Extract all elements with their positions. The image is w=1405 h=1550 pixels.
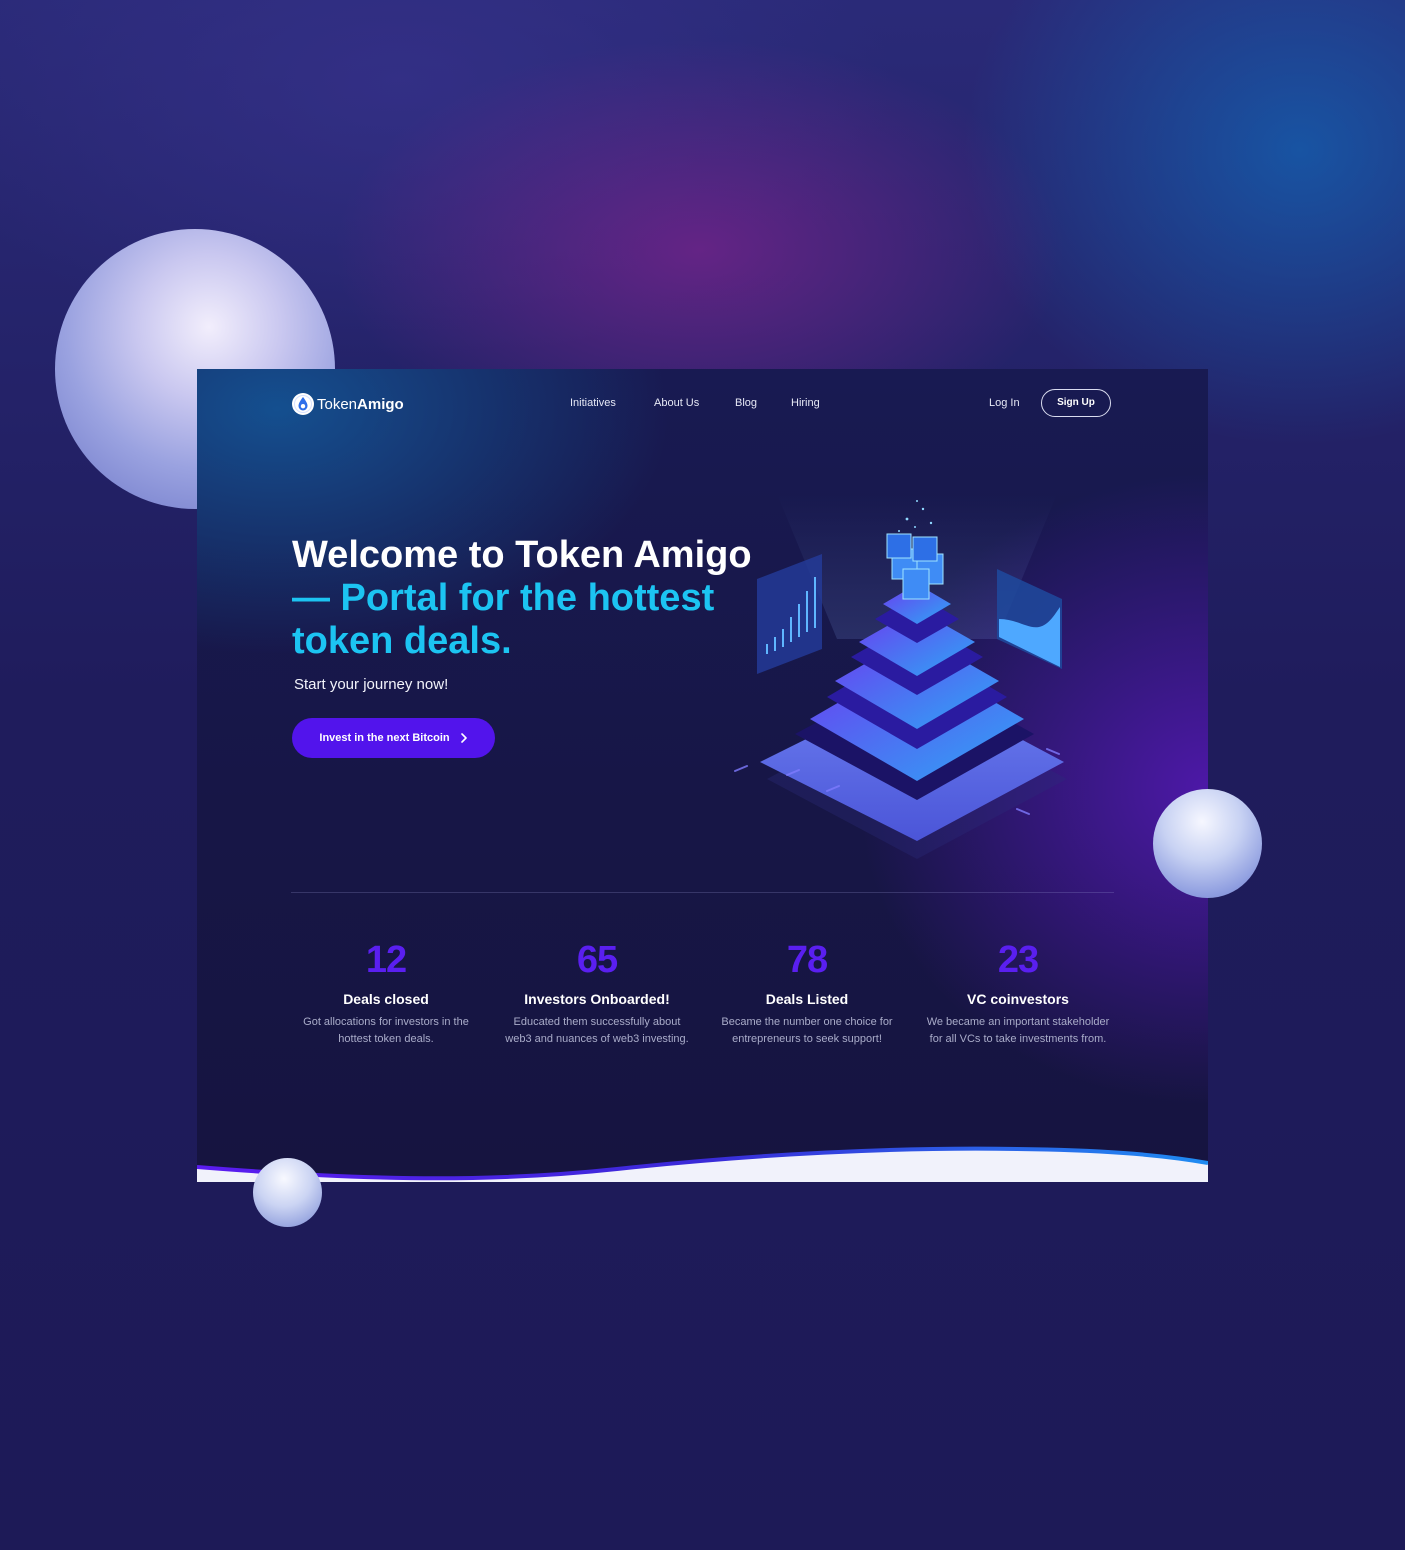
stat-description: Became the number one choice for entrepr… <box>721 1016 893 1045</box>
token-amigo-logo-icon <box>292 393 314 415</box>
stat-label: VC coinvestors <box>967 991 1069 1007</box>
brand-logo[interactable]: TokenAmigo <box>291 392 404 416</box>
stat-card-vc-coinvestors: 23 VC coinvestors We became an important… <box>918 935 1118 1048</box>
login-link[interactable]: Log In <box>989 397 1020 409</box>
stat-card-investors-onboarded: 65 Investors Onboarded! Educated them su… <box>497 935 697 1048</box>
bottom-wave-decoration <box>197 1146 1208 1182</box>
hero-subtitle: Start your journey now! <box>294 676 449 693</box>
hero-title: Welcome to Token Amigo — Portal for the … <box>292 534 752 663</box>
hero-title-main: Welcome to Token Amigo <box>292 534 752 576</box>
brand-name-light: Token <box>317 395 358 413</box>
brand-name-bold: Amigo <box>357 395 404 413</box>
blockchain-pyramid-illustration <box>734 494 1067 859</box>
chevron-right-icon <box>460 733 467 743</box>
stat-label: Deals closed <box>343 991 429 1007</box>
stat-card-deals-listed: 78 Deals Listed Became the number one ch… <box>707 935 907 1048</box>
stat-label: Deals Listed <box>765 991 849 1007</box>
stat-description: Got allocations for investors in the hot… <box>303 1016 469 1045</box>
stat-value: 23 <box>997 939 1039 981</box>
hero-title-accent: — Portal for the hottest token deals. <box>292 577 715 662</box>
stat-value: 12 <box>365 939 407 981</box>
invest-cta-label: Invest in the next Bitcoin <box>319 732 450 744</box>
nav-link-hiring[interactable]: Hiring <box>791 397 820 409</box>
stat-description: We became an important stakeholder for a… <box>926 1016 1110 1045</box>
stats-divider <box>291 892 1114 893</box>
top-navigation: TokenAmigo Initiatives About Us Blog Hir… <box>197 369 1208 439</box>
stat-description: Educated them successfully about web3 an… <box>505 1016 689 1045</box>
stat-card-deals-closed: 12 Deals closed Got allocations for inve… <box>286 935 486 1048</box>
stat-value: 78 <box>786 939 828 981</box>
signup-button[interactable]: Sign Up <box>1041 389 1111 417</box>
invest-cta-button[interactable]: Invest in the next Bitcoin <box>292 718 495 758</box>
decorative-sphere-medium <box>1153 789 1262 898</box>
landing-page-card: TokenAmigo Initiatives About Us Blog Hir… <box>197 369 1208 1182</box>
nav-link-blog[interactable]: Blog <box>735 397 757 409</box>
stat-value: 65 <box>576 939 618 981</box>
stat-label: Investors Onboarded! <box>524 991 670 1007</box>
brand-name: TokenAmigo <box>317 396 404 413</box>
decorative-sphere-small <box>253 1158 322 1227</box>
nav-link-initiatives[interactable]: Initiatives <box>570 397 616 409</box>
nav-link-about-us[interactable]: About Us <box>654 397 699 409</box>
